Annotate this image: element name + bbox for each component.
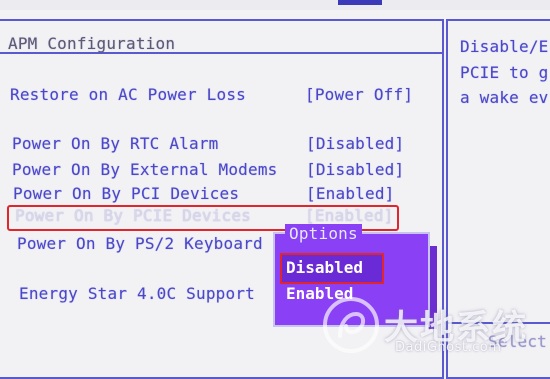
setting-label: Restore on AC Power Loss	[10, 85, 246, 104]
setting-row-pci-devices[interactable]: Power On By PCI Devices [Enabled]	[13, 184, 433, 204]
watermark-url: DadiGhost.com	[395, 340, 502, 355]
setting-label: Power On By PCI Devices	[13, 184, 240, 203]
page-title: APM Configuration	[8, 34, 176, 53]
setting-value: [Enabled]	[305, 206, 394, 225]
setting-label: Energy Star 4.0C Support	[19, 284, 255, 303]
top-strip	[0, 0, 550, 10]
setting-row-external-modems[interactable]: Power On By External Modems [Disabled]	[12, 160, 432, 180]
setting-label: Power On By External Modems	[12, 160, 278, 179]
setting-value: [Disabled]	[306, 160, 405, 179]
help-line-3: a wake ev	[460, 88, 549, 107]
options-popup-title: Options	[285, 224, 362, 243]
setting-label: Power On By PS/2 Keyboard	[17, 234, 263, 253]
setting-label: Power On By PCIE Devices	[15, 206, 251, 225]
help-line-2: PCIE to g	[460, 63, 549, 82]
setting-row-rtc-alarm[interactable]: Power On By RTC Alarm [Disabled]	[12, 134, 432, 154]
setting-value: [Power Off]	[305, 85, 414, 104]
setting-value: [Disabled]	[306, 134, 405, 153]
top-tab-indicator	[338, 0, 382, 5]
setting-row-energy-star[interactable]: Energy Star 4.0C Support	[19, 284, 279, 304]
option-disabled[interactable]: Disabled	[286, 258, 363, 277]
help-line-1: Disable/E	[460, 37, 549, 56]
setting-row-ps2-keyboard[interactable]: Power On By PS/2 Keyboard	[17, 234, 277, 254]
setting-value: [Enabled]	[306, 184, 395, 203]
setting-label: Power On By RTC Alarm	[12, 134, 219, 153]
watermark-logo-icon	[323, 297, 379, 353]
setting-row-restore-ac[interactable]: Restore on AC Power Loss [Power Off]	[10, 85, 430, 105]
